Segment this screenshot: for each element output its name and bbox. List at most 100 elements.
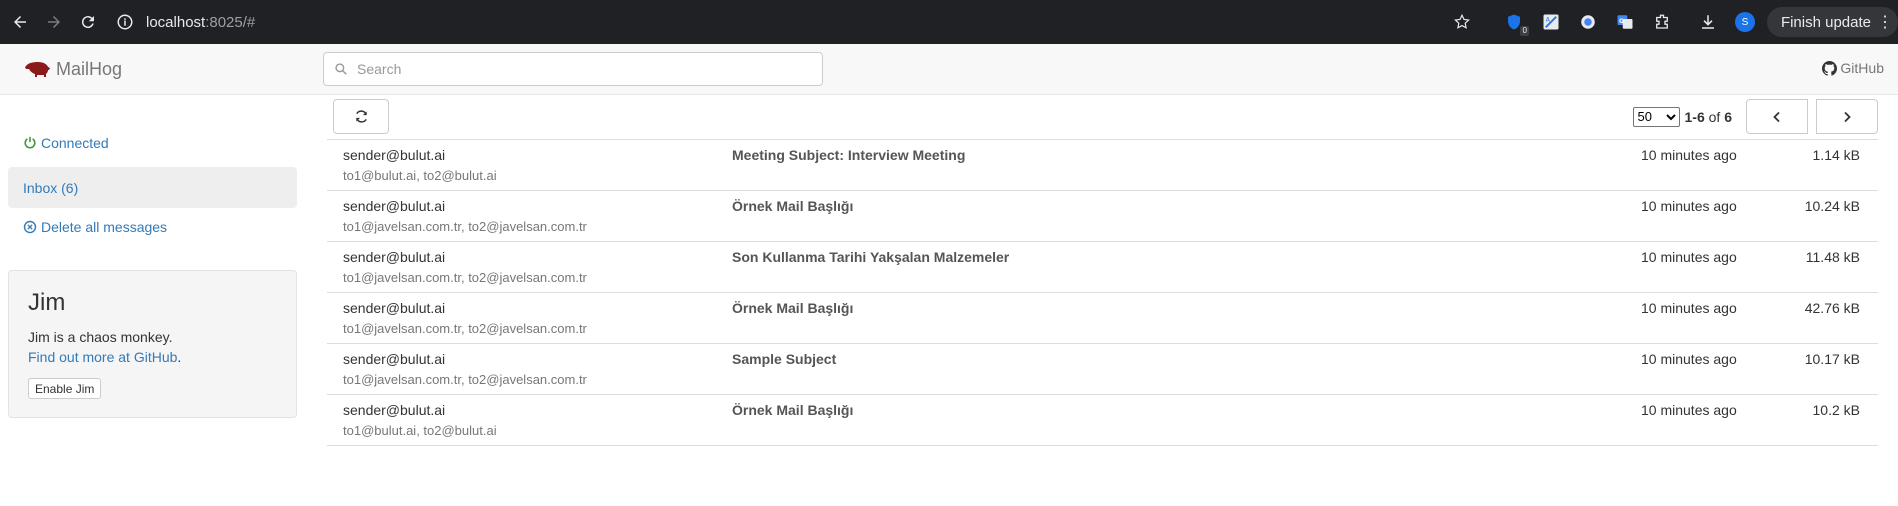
message-subject: Son Kullanma Tarihi Yakşalan Malzemeler [732,249,1010,265]
github-label: GitHub [1840,60,1884,76]
message-row[interactable]: sender@bulut.ai to1@javelsan.com.tr, to2… [327,293,1878,344]
message-to: to1@bulut.ai, to2@bulut.ai [343,168,497,183]
downloads-button[interactable] [1697,11,1719,33]
browser-toolbar: localhost:8025/# 0 A G S Finish update ⋮ [0,0,1898,44]
reload-icon [81,16,94,29]
address-bar[interactable]: localhost:8025/# [116,7,255,37]
bookmark-star-button[interactable] [1451,11,1473,33]
message-time: 10 minutes ago [1641,351,1737,367]
message-size: 11.48 kB [1805,249,1860,265]
extensions-menu-button[interactable] [1651,11,1673,33]
message-subject: Sample Subject [732,351,837,367]
message-to: to1@bulut.ai, to2@bulut.ai [343,423,497,438]
profile-avatar[interactable]: S [1734,12,1755,32]
jim-more-line: Find out more at GitHub. [28,347,277,367]
extension-badge: 0 [1520,26,1529,36]
message-time: 10 minutes ago [1641,147,1737,163]
result-range: 1-6 of 6 [1685,109,1733,125]
message-size: 42.76 kB [1804,300,1860,316]
message-from: sender@bulut.ai [343,402,446,418]
message-size: 10.2 kB [1812,402,1860,418]
message-toolbar: 50 1-6 of 6 [327,95,1878,139]
refresh-button[interactable] [333,99,389,134]
star-icon [1453,13,1470,29]
connection-status-link[interactable]: Connected [23,135,109,151]
message-from: sender@bulut.ai [343,249,446,265]
extension-shield-button[interactable]: 0 [1503,11,1529,36]
message-time: 10 minutes ago [1641,402,1737,418]
message-time: 10 minutes ago [1641,249,1737,265]
connected-label: Connected [41,135,109,151]
svg-text:G: G [1619,18,1624,25]
enable-jim-button[interactable]: Enable Jim [28,378,102,399]
extension-circle-button[interactable] [1577,11,1599,33]
app-navbar: MailHog GitHub [0,44,1898,95]
message-from: sender@bulut.ai [343,198,446,214]
message-row[interactable]: sender@bulut.ai to1@javelsan.com.tr, to2… [327,191,1878,242]
message-row[interactable]: sender@bulut.ai to1@bulut.ai, to2@bulut.… [327,140,1878,191]
next-page-button[interactable] [1816,99,1878,134]
circle-extension-icon [1581,15,1595,29]
github-icon [1822,60,1838,76]
previous-page-button[interactable] [1746,99,1808,134]
browser-actions: 0 A G S Finish update ⋮ [1436,0,1898,44]
message-size: 10.17 kB [1804,351,1860,367]
search-icon [335,63,347,75]
message-row[interactable]: sender@bulut.ai to1@javelsan.com.tr, to2… [327,344,1878,395]
message-subject: Örnek Mail Başlığı [732,198,854,214]
power-icon [24,136,36,149]
search-input[interactable] [355,60,822,78]
message-to: to1@javelsan.com.tr, to2@javelsan.com.tr [343,219,587,234]
translate-extension-icon: A [1543,14,1559,30]
back-button[interactable] [6,8,34,36]
jim-link-suffix: . [177,349,182,365]
message-from: sender@bulut.ai [343,351,446,367]
per-page-select[interactable]: 50 [1632,106,1680,127]
range-of: of [1704,108,1725,125]
finish-update-button[interactable]: Finish update ⋮ [1766,7,1898,37]
download-icon [1701,15,1714,29]
refresh-icon [355,110,367,123]
message-time: 10 minutes ago [1641,300,1737,316]
extension-google-translate-button[interactable]: G [1614,11,1636,33]
reload-button[interactable] [74,8,102,36]
url-path: :8025/# [205,13,256,31]
pagination: 50 1-6 of 6 [1632,99,1878,134]
brand-link[interactable]: MailHog [24,59,122,80]
inbox-label: Inbox (6) [23,179,79,196]
sidebar-item-inbox[interactable]: Inbox (6) [8,167,297,208]
message-to: to1@javelsan.com.tr, to2@javelsan.com.tr [343,270,587,285]
extension-translate-button[interactable]: A [1540,11,1562,33]
message-from: sender@bulut.ai [343,300,446,316]
arrow-right-icon [48,16,60,28]
message-row[interactable]: sender@bulut.ai to1@bulut.ai, to2@bulut.… [327,395,1878,446]
total-count: 6 [1724,108,1732,125]
jim-github-link[interactable]: Find out more at GitHub [28,349,177,365]
search-box[interactable] [323,52,823,86]
jim-title: Jim [28,289,66,316]
pig-logo-icon [25,62,50,77]
url-host: localhost [146,13,206,31]
jim-description: Jim is a chaos monkey. [28,329,173,345]
message-from: sender@bulut.ai [343,147,446,163]
brand-name: MailHog [56,58,123,79]
jim-panel: Jim Jim is a chaos monkey. Find out more… [8,270,297,418]
github-link[interactable]: GitHub [1822,60,1884,76]
message-subject: Meeting Subject: Interview Meeting [732,147,966,163]
message-row[interactable]: sender@bulut.ai to1@javelsan.com.tr, to2… [327,242,1878,293]
delete-all-messages-link[interactable]: Delete all messages [23,219,167,235]
message-list: sender@bulut.ai to1@bulut.ai, to2@bulut.… [327,139,1878,446]
message-time: 10 minutes ago [1641,198,1737,214]
message-size: 1.14 kB [1812,147,1860,163]
remove-circle-icon [23,220,37,234]
forward-button[interactable] [40,8,68,36]
message-size: 10.24 kB [1804,198,1860,214]
google-translate-icon: G [1617,15,1633,29]
chevron-right-icon [1844,111,1851,122]
finish-update-label: Finish update [1780,13,1871,31]
delete-all-label: Delete all messages [41,219,168,235]
arrow-left-icon [14,16,26,28]
more-vert-icon: ⋮ [1877,14,1893,31]
message-to: to1@javelsan.com.tr, to2@javelsan.com.tr [343,321,587,336]
info-icon[interactable] [116,13,134,31]
